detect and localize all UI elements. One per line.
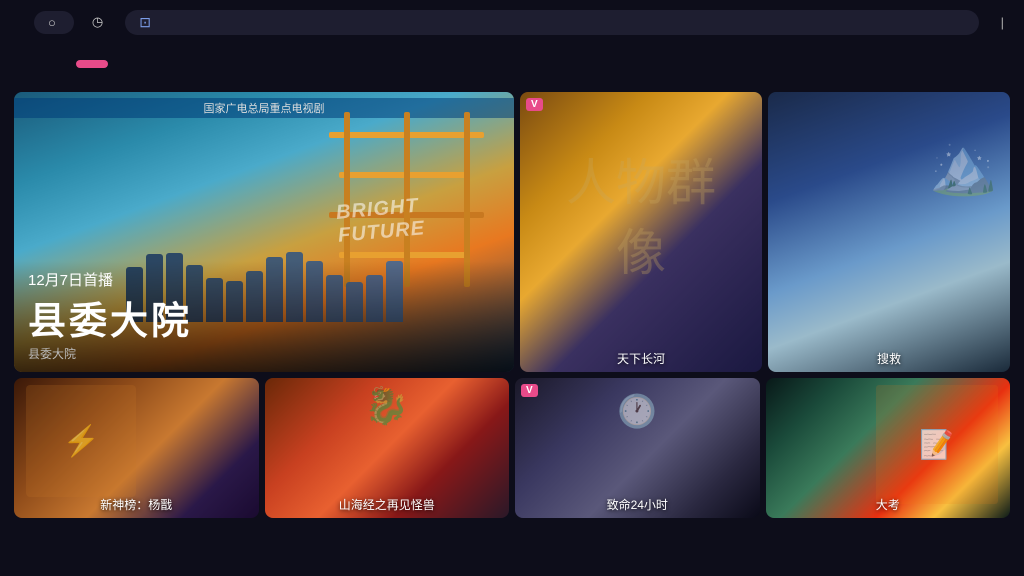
time-display: | <box>997 15 1008 30</box>
bright-future-text: BRIGHTFUTURE <box>335 195 426 248</box>
featured-date: 12月7日首播 <box>28 269 500 290</box>
message-bar: ⊡ <box>125 10 978 35</box>
nav-item-variety[interactable] <box>230 60 246 68</box>
card-label-shanhai: 山海经之再见怪兽 <box>265 496 510 513</box>
nav-item-dance[interactable] <box>414 60 430 68</box>
nav-item-mine[interactable] <box>30 60 46 68</box>
card-xinshen[interactable]: ⚡ 新神榜：杨戬 <box>14 378 259 518</box>
featured-overlay: 12月7日首播 县委大院 县委大院 <box>14 261 514 372</box>
card-daokao[interactable]: 📝 大考 <box>766 378 1011 518</box>
nav-item-series[interactable] <box>184 60 200 68</box>
navigation <box>0 44 1024 84</box>
card-label-xinshen: 新神榜：杨戬 <box>14 496 259 513</box>
history-button[interactable]: ◷ <box>92 14 107 30</box>
card-sousou[interactable]: 🏔️ 搜救 <box>768 92 1010 372</box>
nav-item-anime[interactable] <box>276 60 292 68</box>
card-label-sousou: 搜救 <box>768 350 1010 367</box>
card-label-zhiming: 致命24小时 <box>515 496 760 513</box>
message-icon: ⊡ <box>139 14 151 31</box>
card-zhiming[interactable]: 🕐 V 致命24小时 <box>515 378 760 518</box>
nav-item-movies[interactable] <box>138 60 154 68</box>
header: ○ ◷ ⊡ | <box>0 0 1024 44</box>
search-button[interactable]: ○ <box>34 11 74 34</box>
nav-item-education[interactable] <box>322 60 338 68</box>
clock-icon: ◷ <box>92 14 103 30</box>
card-tianxia[interactable]: 人物群像 V 天下长河 <box>520 92 762 372</box>
nav-item-opera[interactable] <box>368 60 384 68</box>
featured-card[interactable]: 国家广电总局重点电视剧 BRIGHTFUTURE 12月7日首播 县委大院 县委… <box>14 92 514 372</box>
featured-subtitle: 县委大院 <box>28 345 500 362</box>
content-grid: 国家广电总局重点电视剧 BRIGHTFUTURE 12月7日首播 县委大院 县委… <box>0 84 1024 576</box>
nav-item-featured[interactable] <box>76 60 108 68</box>
card-label-tianxia: 天下长河 <box>520 350 762 367</box>
v-badge-zhiming: V <box>521 384 538 397</box>
card-label-daokao: 大考 <box>766 496 1011 513</box>
card-shanhai[interactable]: 🐉 山海经之再见怪兽 <box>265 378 510 518</box>
v-badge-tianxia: V <box>526 98 543 111</box>
featured-title: 县委大院 <box>28 290 500 345</box>
bottom-row: ⚡ 新神榜：杨戬 🐉 山海经之再见怪兽 🕐 V 致命24小时 📝 大考 <box>14 378 1010 518</box>
search-icon: ○ <box>48 15 56 30</box>
